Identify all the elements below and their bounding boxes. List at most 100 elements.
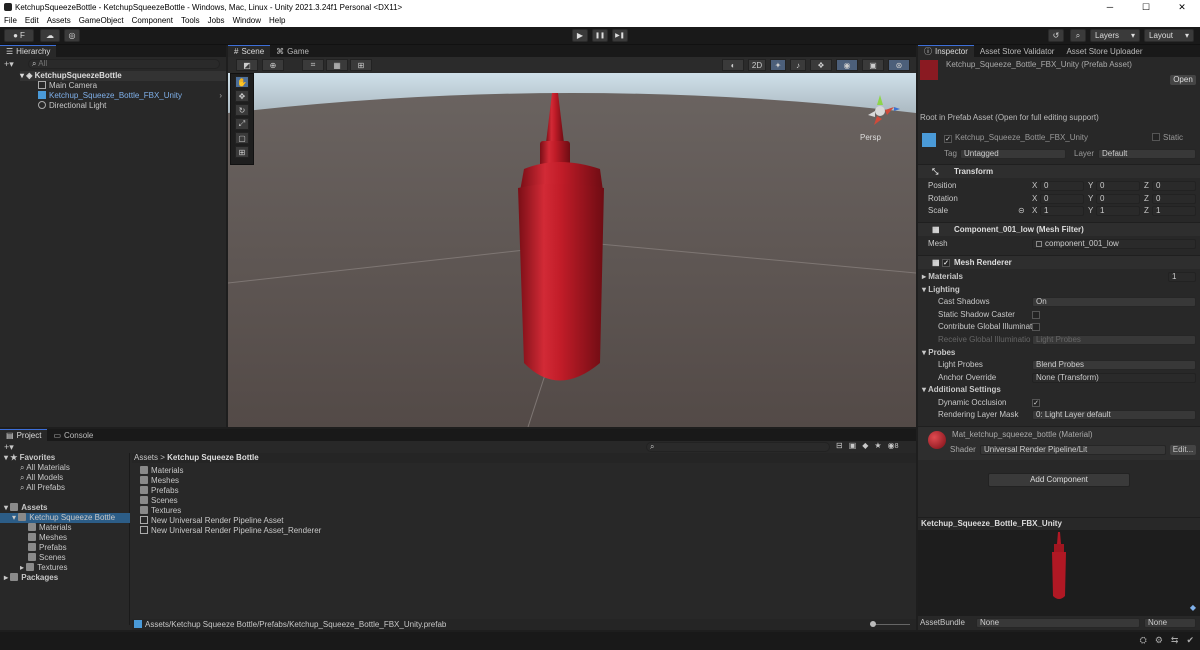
tab-hierarchy[interactable]: ☰ Hierarchy	[0, 45, 57, 57]
gizmos-button[interactable]: ⊛	[888, 59, 910, 71]
tree-item-prefabs[interactable]: Prefabs	[28, 543, 67, 553]
static-checkbox[interactable]	[1152, 133, 1160, 141]
scale-z-field[interactable]: 1	[1152, 206, 1196, 216]
rendering-layer-mask-dropdown[interactable]: 0: Light Layer default	[1032, 410, 1196, 420]
collab-button[interactable]: ◎	[64, 29, 80, 42]
scene-root-row[interactable]: ▾ ◈ KetchupSqueezeBottle	[20, 71, 226, 81]
menu-tools[interactable]: Tools	[181, 16, 200, 25]
mesh-renderer-header[interactable]: ▦ ✓ Mesh Renderer	[918, 255, 1200, 269]
tab-game[interactable]: ⌘ Game	[270, 45, 315, 57]
menu-jobs[interactable]: Jobs	[208, 16, 225, 25]
tag-icon[interactable]: ◆	[862, 441, 868, 450]
static-shadow-caster-checkbox[interactable]	[1032, 311, 1040, 319]
contribute-gi-checkbox[interactable]	[1032, 323, 1040, 331]
snap-button[interactable]: ⌗	[302, 59, 324, 71]
slider-handle[interactable]	[870, 621, 876, 627]
rotation-y-field[interactable]: 0	[1096, 194, 1140, 204]
hierarchy-item-ketchup[interactable]: Ketchup_Squeeze_Bottle_FBX_Unity ›	[38, 91, 226, 101]
light-probes-dropdown[interactable]: Blend Probes	[1032, 360, 1196, 370]
tree-item-materials[interactable]: Materials	[28, 523, 71, 533]
fav-item-all-prefabs[interactable]: ⌕ All Prefabs	[20, 483, 65, 493]
rect-tool-button[interactable]: ▢	[235, 132, 249, 144]
search-button[interactable]: ⌕	[1070, 29, 1086, 42]
fav-item-all-models[interactable]: ⌕ All Models	[20, 473, 63, 483]
menu-component[interactable]: Component	[132, 16, 173, 25]
lighting-toggle[interactable]: ✦	[770, 59, 786, 71]
render-mode-button[interactable]: ◐	[722, 59, 744, 71]
tree-item-textures[interactable]: ▸ Textures	[20, 563, 67, 573]
hierarchy-item-main-camera[interactable]: Main Camera	[38, 81, 97, 91]
audio-toggle[interactable]: ♪	[790, 59, 806, 71]
object-name-row[interactable]: ✓ Ketchup_Squeeze_Bottle_FBX_Unity	[944, 133, 1088, 143]
camera-settings-button[interactable]: ▣	[862, 59, 884, 71]
rotate-tool-button[interactable]: ↻	[235, 104, 249, 116]
shader-dropdown[interactable]: Universal Render Pipeline/Lit	[980, 445, 1166, 455]
grid-button[interactable]: ▦	[326, 59, 348, 71]
filter-label-icon[interactable]: ▣	[849, 441, 857, 450]
tab-scene[interactable]: # Scene	[228, 45, 271, 57]
visibility-button[interactable]: ◉	[836, 59, 858, 71]
open-button[interactable]: Open	[1170, 75, 1196, 85]
zoom-slider[interactable]	[870, 621, 910, 627]
tree-item-meshes[interactable]: Meshes	[28, 533, 67, 543]
add-component-button[interactable]: Add Component	[988, 473, 1130, 487]
history-button[interactable]: ↺	[1048, 29, 1064, 42]
layer-dropdown[interactable]: Default	[1098, 149, 1196, 159]
add-button[interactable]: +▾	[4, 59, 14, 70]
list-item-urp-asset[interactable]: New Universal Render Pipeline Asset	[140, 516, 284, 526]
favorite-star-icon[interactable]: ★	[874, 441, 881, 450]
orientation-gizmo[interactable]	[860, 85, 912, 137]
hidden-packages-icon[interactable]: ◉8	[888, 441, 899, 450]
increment-button[interactable]: ⊞	[350, 59, 372, 71]
effects-button[interactable]: ❖	[810, 59, 832, 71]
rotation-x-field[interactable]: 0	[1040, 194, 1084, 204]
close-button[interactable]: ✕	[1164, 0, 1200, 14]
account-button[interactable]: ● F	[4, 29, 34, 42]
menu-assets[interactable]: Assets	[47, 16, 71, 25]
tab-asset-store-uploader[interactable]: Asset Store Uploader	[1060, 45, 1148, 57]
rotation-z-field[interactable]: 0	[1152, 194, 1196, 204]
search-type-icon[interactable]: ⊟	[836, 441, 843, 450]
hierarchy-search-input[interactable]: ⌕ All	[28, 59, 220, 69]
position-y-field[interactable]: 0	[1096, 181, 1140, 191]
step-button[interactable]: ▶❚	[612, 29, 628, 42]
layout-dropdown[interactable]: Layout ▾	[1144, 29, 1194, 42]
network-icon[interactable]: ⛭	[1140, 635, 1147, 646]
list-item-urp-renderer[interactable]: New Universal Render Pipeline Asset_Rend…	[140, 526, 321, 536]
lighting-foldout[interactable]: ▾ Lighting	[922, 285, 960, 295]
mesh-filter-header[interactable]: ▦ Component_001_low (Mesh Filter)	[918, 222, 1200, 236]
packages-foldout[interactable]: ▸ Packages	[4, 573, 58, 583]
tree-item-ketchup-squeeze-bottle[interactable]: ▾ Ketchup Squeeze Bottle	[0, 513, 130, 523]
transform-tool-button[interactable]: ⊞	[235, 146, 249, 158]
hand-tool-button[interactable]: ✋	[235, 76, 249, 88]
transform-header[interactable]: ⤡ Transform	[918, 164, 1200, 178]
link-icon[interactable]: ⊝	[1018, 206, 1025, 215]
menu-edit[interactable]: Edit	[25, 16, 39, 25]
play-button[interactable]: ▶	[572, 29, 588, 42]
scene-viewport[interactable]: ✋ ✥ ↻ ⤢ ▢ ⊞ Persp	[228, 73, 916, 427]
move-tool-button[interactable]: ✥	[235, 90, 249, 102]
maximize-button[interactable]: ☐	[1128, 0, 1164, 14]
project-add-button[interactable]: +▾	[4, 442, 14, 453]
tab-inspector[interactable]: ⓘ Inspector	[918, 45, 974, 57]
cast-shadows-dropdown[interactable]: On	[1032, 297, 1196, 307]
scale-y-field[interactable]: 1	[1096, 206, 1140, 216]
gear-icon[interactable]: ⚙	[1155, 635, 1163, 646]
materials-count-field[interactable]: 1	[1168, 272, 1196, 282]
menu-file[interactable]: File	[4, 16, 17, 25]
2d-toggle[interactable]: 2D	[748, 59, 766, 71]
favorites-foldout[interactable]: ▾ ★ Favorites	[4, 453, 55, 463]
dynamic-occlusion-checkbox[interactable]: ✓	[1032, 399, 1040, 407]
menu-gameobject[interactable]: GameObject	[79, 16, 124, 25]
breadcrumb-assets[interactable]: Assets	[134, 453, 158, 462]
tree-item-scenes[interactable]: Scenes	[28, 553, 66, 563]
position-z-field[interactable]: 0	[1152, 181, 1196, 191]
draw-mode-button[interactable]: ◩	[236, 59, 258, 71]
menu-help[interactable]: Help	[269, 16, 285, 25]
probes-foldout[interactable]: ▾ Probes	[922, 348, 955, 358]
persp-label[interactable]: Persp	[860, 133, 881, 142]
active-checkbox[interactable]: ✓	[944, 135, 952, 143]
additional-settings-foldout[interactable]: ▾ Additional Settings	[922, 385, 1001, 395]
list-item-meshes[interactable]: Meshes	[140, 476, 179, 486]
position-x-field[interactable]: 0	[1040, 181, 1084, 191]
